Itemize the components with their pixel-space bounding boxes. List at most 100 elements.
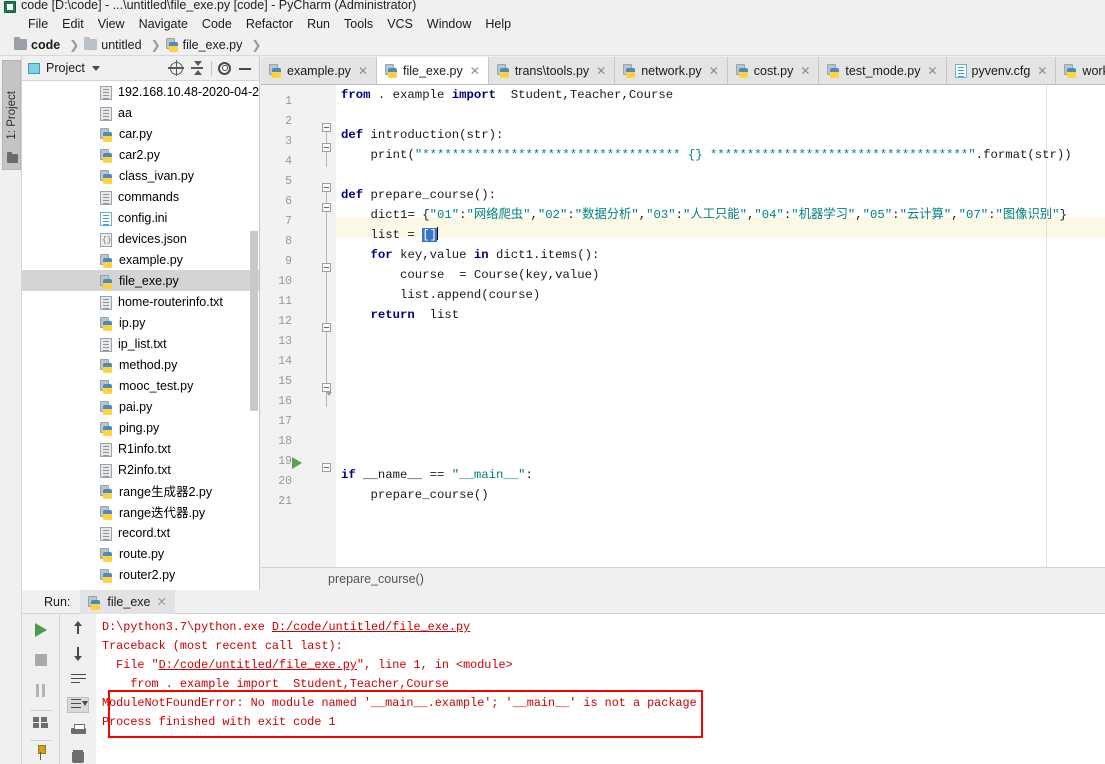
tree-item[interactable]: range生成器2.py xyxy=(22,480,259,501)
close-icon[interactable]: ✕ xyxy=(470,64,480,78)
fold-toggle-icon[interactable] xyxy=(322,183,331,192)
code-line[interactable]: print("*********************************… xyxy=(341,145,1072,165)
editor-tab[interactable]: work\✕ xyxy=(1056,57,1105,84)
code-line[interactable]: return list xyxy=(341,305,460,325)
trash-icon[interactable] xyxy=(67,748,89,764)
fold-toggle-icon[interactable] xyxy=(322,123,331,132)
fold-toggle-icon[interactable] xyxy=(322,263,331,272)
project-panel-title[interactable]: Project xyxy=(46,61,85,75)
menu-file[interactable]: File xyxy=(21,16,55,32)
tree-item[interactable]: 192.168.10.48-2020-04-2 xyxy=(22,81,259,102)
tree-item[interactable]: ip_list.txt xyxy=(22,333,259,354)
fold-toggle-icon[interactable] xyxy=(322,203,331,212)
print-icon[interactable] xyxy=(67,723,89,739)
console-file-link[interactable]: D:/code/untitled/file_exe.py xyxy=(272,620,470,634)
collapse-all-icon[interactable] xyxy=(189,60,205,76)
close-icon[interactable]: ✕ xyxy=(927,64,937,78)
tree-item[interactable]: ping.py xyxy=(22,417,259,438)
tree-item[interactable]: R1info.txt xyxy=(22,438,259,459)
code-line[interactable]: if __name__ == "__main__": xyxy=(341,465,533,485)
code-content[interactable]: from . example import Student,Teacher,Co… xyxy=(337,85,1105,567)
scroll-to-end-icon[interactable] xyxy=(67,696,89,713)
code-line[interactable]: for key,value in dict1.items(): xyxy=(341,245,600,265)
breadcrumb-item-code[interactable]: code ❯ xyxy=(14,37,84,52)
menu-view[interactable]: View xyxy=(91,16,132,32)
tree-item[interactable]: commands xyxy=(22,186,259,207)
run-tab-file-exe[interactable]: file_exe ✕ xyxy=(80,589,175,614)
fold-toggle-icon[interactable] xyxy=(322,323,331,332)
tree-item[interactable]: route.py xyxy=(22,543,259,564)
tree-item[interactable]: record.txt xyxy=(22,522,259,543)
tree-item[interactable]: method.py xyxy=(22,354,259,375)
sidebar-item-project[interactable]: 1: Project xyxy=(2,60,21,170)
editor-tab[interactable]: example.py ✕ xyxy=(261,57,377,84)
layout-icon[interactable] xyxy=(29,710,52,730)
tree-item[interactable]: file_exe.py xyxy=(22,270,259,291)
tree-item[interactable]: devices.json xyxy=(22,228,259,249)
run-gutter-icon[interactable] xyxy=(292,457,302,469)
menu-navigate[interactable]: Navigate xyxy=(132,16,195,32)
code-line[interactable]: def introduction(str): xyxy=(341,125,503,145)
menu-tools[interactable]: Tools xyxy=(337,16,380,32)
chevron-down-icon[interactable] xyxy=(91,65,100,71)
editor-tab[interactable]: test_mode.py ✕ xyxy=(819,57,947,84)
pin-icon[interactable] xyxy=(29,740,52,760)
code-line[interactable]: list = [] xyxy=(341,225,438,245)
code-editor[interactable]: 1 2 3 4 5 6 7 8 9 10 11 12 13 14 15 16 17 18 19 20 21 from .… xyxy=(261,85,1105,567)
minimize-icon[interactable] xyxy=(237,60,253,76)
breadcrumb-item-file[interactable]: file_exe.py ❯ xyxy=(165,37,267,52)
arrow-up-icon[interactable] xyxy=(67,620,89,636)
menu-vcs[interactable]: VCS xyxy=(380,16,420,32)
close-icon[interactable]: ✕ xyxy=(596,64,606,78)
close-icon[interactable]: ✕ xyxy=(358,64,368,78)
menu-code[interactable]: Code xyxy=(195,16,239,32)
tree-item[interactable]: R2info.txt xyxy=(22,459,259,480)
project-file-tree[interactable]: 192.168.10.48-2020-04-2 aa car.py car2.py cl… xyxy=(22,81,259,590)
target-icon[interactable] xyxy=(168,59,184,76)
code-line[interactable]: def prepare_course(): xyxy=(341,185,496,205)
fold-toggle-icon[interactable] xyxy=(322,463,331,472)
menu-window[interactable]: Window xyxy=(420,16,478,32)
tree-item[interactable]: example.py xyxy=(22,249,259,270)
close-icon[interactable]: ✕ xyxy=(157,594,167,609)
tree-item[interactable]: config.ini xyxy=(22,207,259,228)
close-icon[interactable]: ✕ xyxy=(709,64,719,78)
soft-wrap-icon[interactable] xyxy=(67,671,89,687)
code-line[interactable]: dict1= {"01":"网络爬虫","02":"数据分析","03":"人工… xyxy=(341,205,1067,225)
code-folding-column[interactable] xyxy=(318,85,336,567)
menu-edit[interactable]: Edit xyxy=(55,16,91,32)
tree-item[interactable]: router2.py xyxy=(22,564,259,585)
pause-icon[interactable] xyxy=(30,680,52,700)
tree-item[interactable]: class_ivan.py xyxy=(22,165,259,186)
editor-tab[interactable]: cost.py ✕ xyxy=(727,57,820,84)
code-line[interactable]: prepare_course() xyxy=(341,485,489,505)
menu-refactor[interactable]: Refactor xyxy=(239,16,300,32)
code-line[interactable]: course = Course(key,value) xyxy=(341,265,599,285)
gear-icon[interactable] xyxy=(218,61,231,75)
tree-item[interactable]: home-routerinfo.txt xyxy=(22,291,259,312)
editor-tab[interactable]: file_exe.py ✕ xyxy=(377,57,489,84)
fold-toggle-icon[interactable] xyxy=(322,383,332,396)
arrow-down-icon[interactable] xyxy=(67,646,89,662)
menu-run[interactable]: Run xyxy=(300,16,337,32)
run-icon[interactable] xyxy=(30,620,52,640)
tree-item[interactable]: car2.py xyxy=(22,144,259,165)
tree-item[interactable]: mooc_test.py xyxy=(22,375,259,396)
tree-item[interactable]: aa xyxy=(22,102,259,123)
tree-item[interactable]: pai.py xyxy=(22,396,259,417)
editor-tab[interactable]: pyvenv.cfg ✕ xyxy=(946,57,1057,84)
close-icon[interactable]: ✕ xyxy=(800,64,810,78)
tree-scrollbar[interactable] xyxy=(250,231,258,411)
fold-toggle-icon[interactable] xyxy=(322,143,331,152)
editor-tab[interactable]: trans\tools.py ✕ xyxy=(488,57,616,84)
menu-help[interactable]: Help xyxy=(478,16,518,32)
editor-tab[interactable]: network.py ✕ xyxy=(615,57,728,84)
tree-item[interactable]: ip.py xyxy=(22,312,259,333)
code-line[interactable]: from . example import Student,Teacher,Co… xyxy=(341,85,673,105)
console-file-link[interactable]: D:/code/untitled/file_exe.py xyxy=(159,658,357,672)
tree-item[interactable]: car.py xyxy=(22,123,259,144)
close-icon[interactable]: ✕ xyxy=(1037,64,1047,78)
stop-icon[interactable] xyxy=(30,650,52,670)
breadcrumb-item-untitled[interactable]: untitled ❯ xyxy=(84,37,165,52)
console-output[interactable]: D:\python3.7\python.exe D:/code/untitled… xyxy=(96,614,1105,764)
